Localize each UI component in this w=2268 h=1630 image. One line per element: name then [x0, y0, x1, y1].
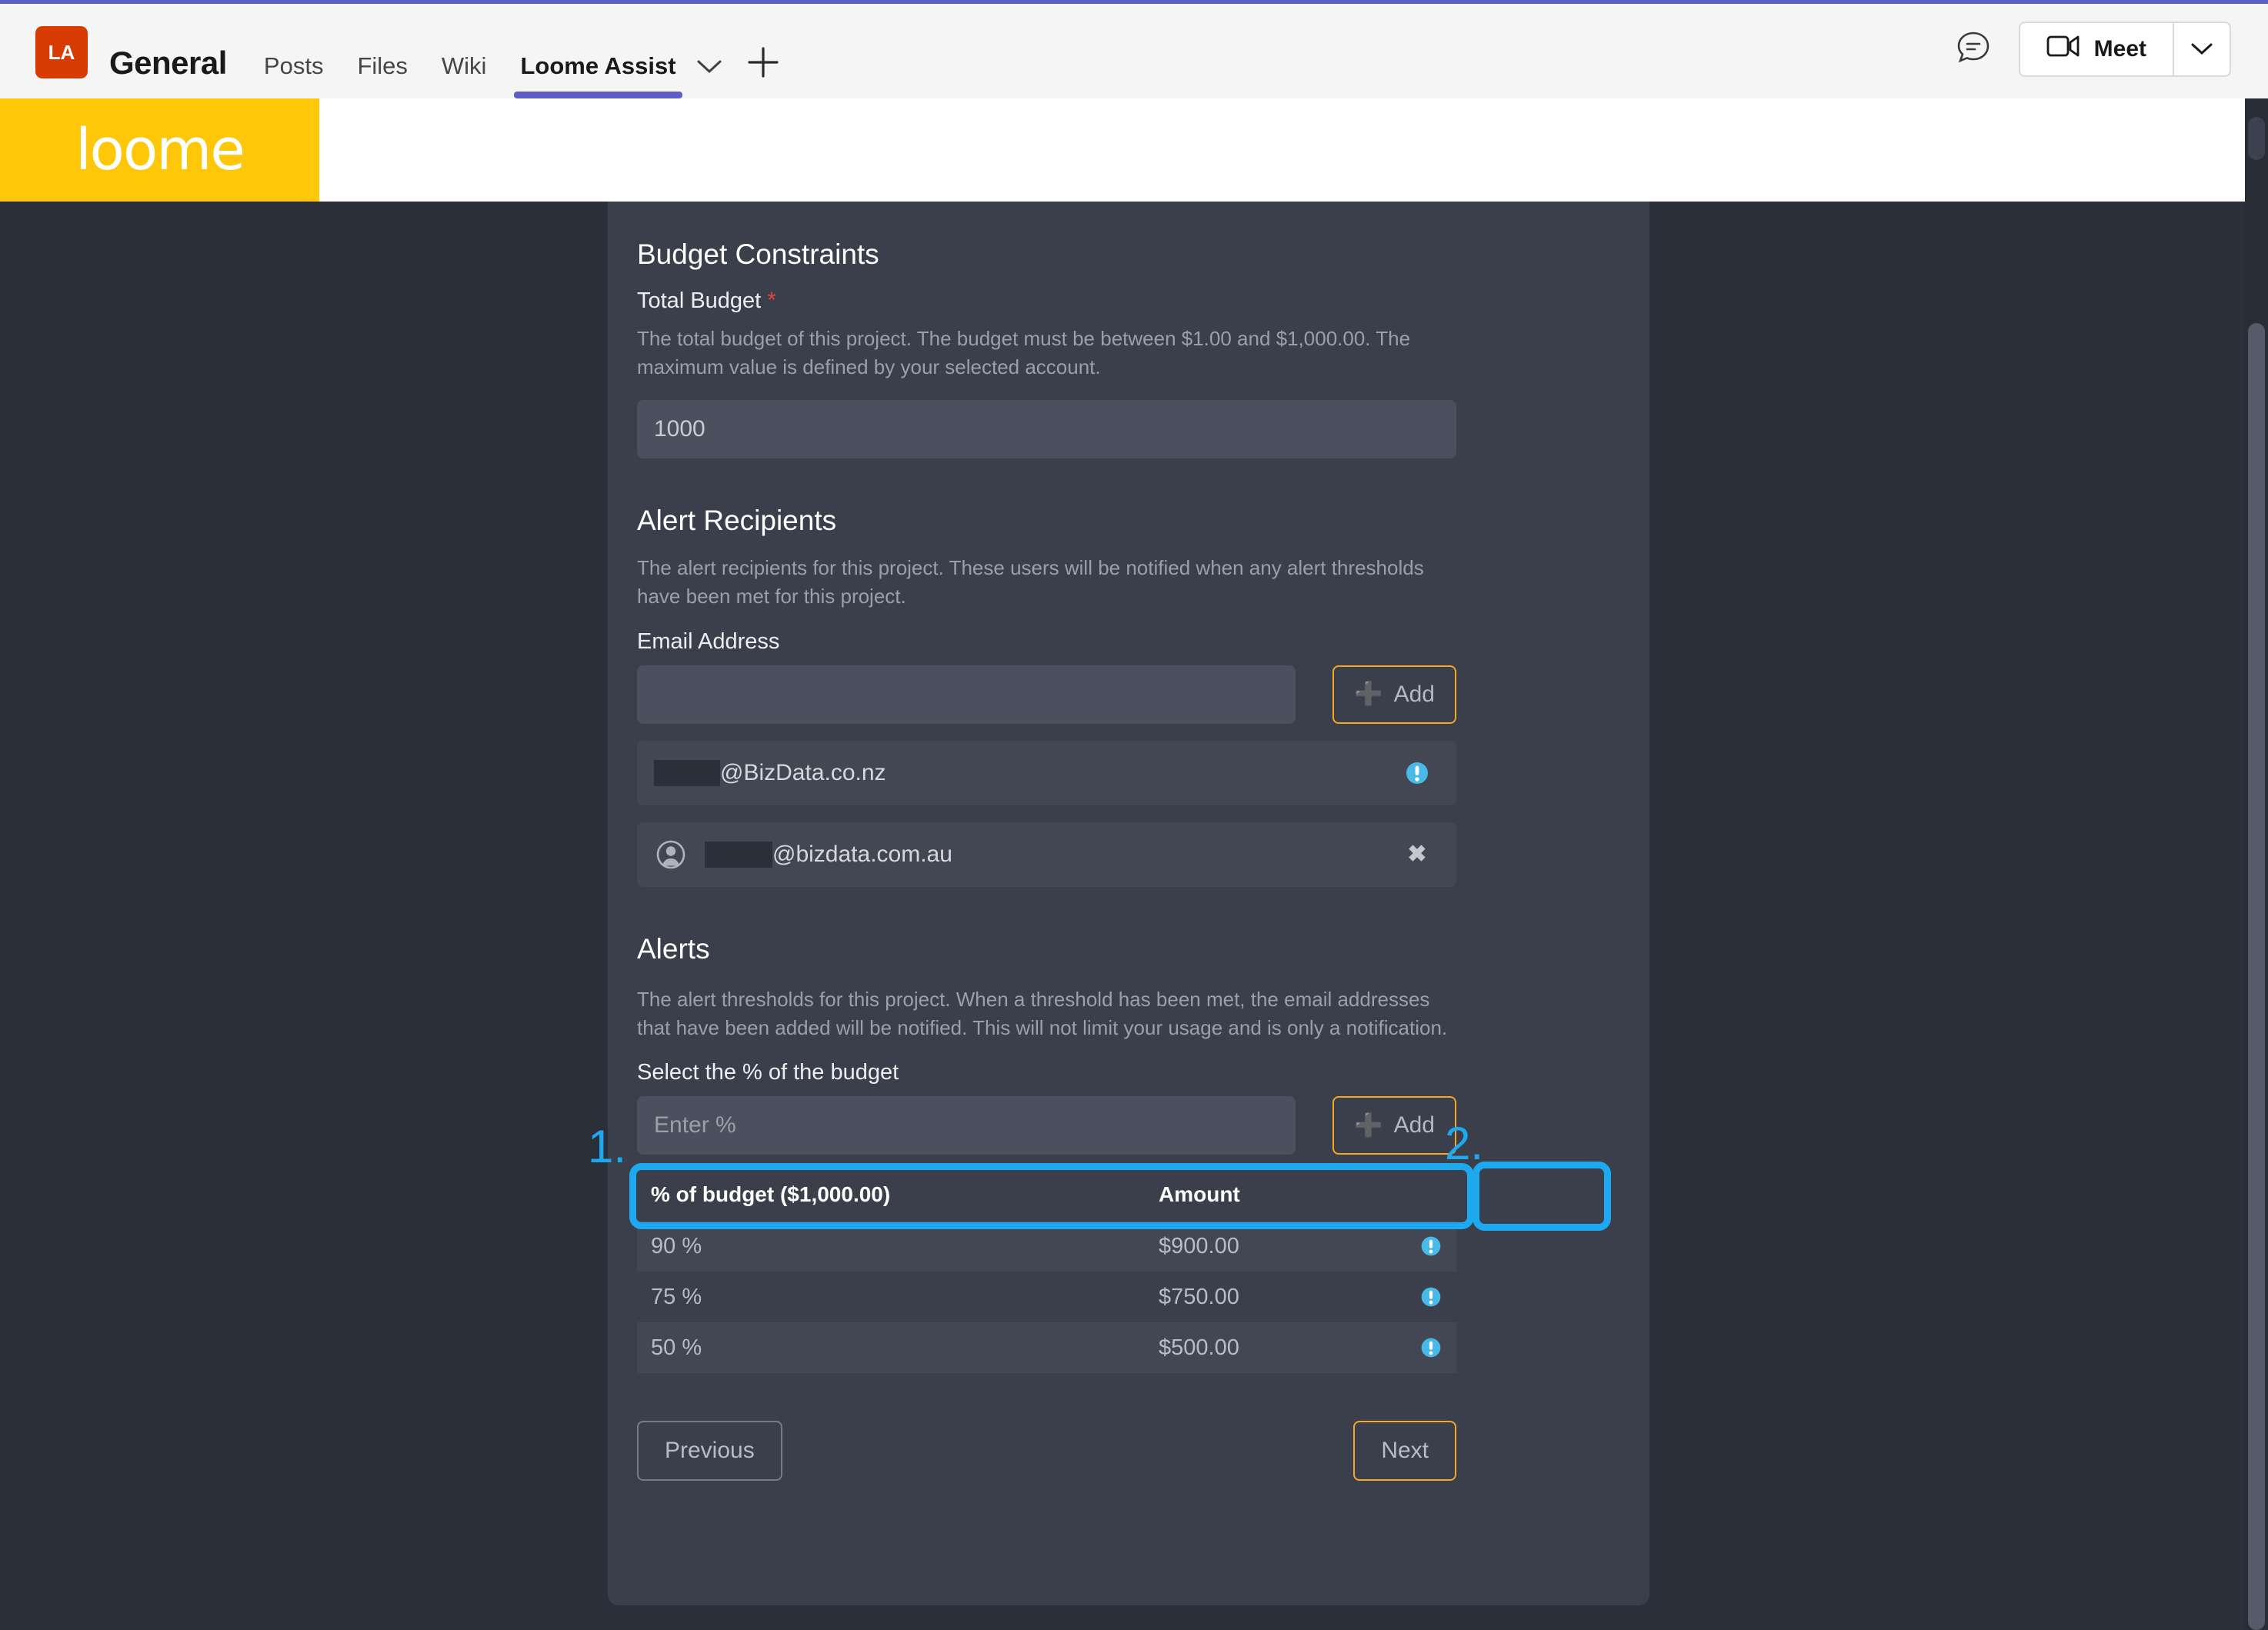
tab-label: Loome Assist — [520, 52, 676, 79]
tab-files[interactable]: Files — [340, 4, 424, 98]
add-email-label: Add — [1393, 681, 1435, 707]
percent-input[interactable] — [637, 1096, 1296, 1155]
tab-posts[interactable]: Posts — [247, 4, 341, 98]
tab-wiki[interactable]: Wiki — [425, 4, 504, 98]
wizard-footer: Previous Next — [637, 1421, 1456, 1482]
avatar: LA — [35, 26, 88, 78]
chat-bubble-icon[interactable] — [1954, 28, 1993, 70]
threshold-info-icon[interactable] — [1419, 1336, 1443, 1359]
add-alert-label: Add — [1393, 1112, 1435, 1138]
cell-percent: 90 % — [651, 1233, 702, 1258]
teams-top-bar: LA General Posts Files Wiki Loome Assist — [0, 0, 2268, 98]
meet-label: Meet — [2093, 35, 2146, 62]
total-budget-label: Total Budget * — [637, 288, 1456, 314]
cell-percent: 75 % — [651, 1284, 702, 1309]
list-item[interactable]: @BizData.co.nz — [637, 740, 1456, 805]
plus-icon[interactable] — [729, 45, 789, 98]
cell-amount: $500.00 — [1159, 1335, 1239, 1360]
total-budget-helper: The total budget of this project. The bu… — [637, 327, 1411, 378]
loome-logo-text: loome — [75, 117, 245, 183]
list-item[interactable]: @bizdata.com.au ✖ — [637, 822, 1456, 887]
scrollbar-thumb[interactable] — [2248, 323, 2265, 1630]
alert-recipients-heading: Alert Recipients — [637, 504, 837, 536]
plus-icon: ➕ — [1354, 682, 1383, 708]
add-email-button[interactable]: ➕ Add — [1332, 665, 1456, 724]
remove-recipient-close-icon[interactable]: ✖ — [1395, 832, 1439, 877]
alert-thresholds-table: % of budget ($1,000.00) Amount 90 % $900… — [637, 1182, 1456, 1374]
total-budget-input[interactable] — [637, 399, 1456, 458]
app-body: Budget Constraints Total Budget * The to… — [0, 202, 2245, 1630]
teams-bar-right: Meet — [1954, 21, 2268, 77]
recipient-email: @BizData.co.nz — [654, 759, 886, 786]
cell-amount-wrap: $900.00 — [1159, 1234, 1443, 1259]
required-marker: * — [767, 288, 776, 313]
alerts-helper: The alert thresholds for this project. W… — [637, 987, 1448, 1039]
cell-amount: $900.00 — [1159, 1233, 1239, 1258]
scrollbar-thumb-top[interactable] — [2248, 117, 2265, 160]
cell-percent: 50 % — [651, 1335, 702, 1360]
chevron-down-icon[interactable] — [693, 58, 729, 98]
meet-button[interactable]: Meet — [2020, 23, 2173, 75]
threshold-info-icon[interactable] — [1419, 1235, 1443, 1258]
add-alert-button[interactable]: ➕ Add — [1332, 1096, 1456, 1155]
tab-label: Wiki — [441, 52, 487, 79]
email-address-input[interactable] — [637, 665, 1296, 724]
recipient-email: @bizdata.com.au — [705, 841, 952, 868]
page-title: General — [109, 45, 227, 81]
cell-amount-wrap: $750.00 — [1159, 1285, 1443, 1310]
video-camera-icon — [2046, 34, 2080, 65]
redacted-username — [705, 841, 772, 868]
close-icon-glyph: ✖ — [1407, 842, 1427, 868]
plus-icon: ➕ — [1354, 1112, 1383, 1138]
person-icon — [654, 838, 688, 872]
percent-input-row: ➕ Add — [637, 1096, 1456, 1155]
cell-amount-wrap: $500.00 — [1159, 1335, 1443, 1361]
wizard-content-panel: Budget Constraints Total Budget * The to… — [608, 202, 1649, 1605]
loome-logo: loome — [0, 98, 319, 202]
next-button[interactable]: Next — [1353, 1421, 1456, 1482]
threshold-info-icon[interactable] — [1419, 1285, 1443, 1308]
teams-bar-left: LA General Posts Files Wiki Loome Assist — [0, 4, 789, 98]
table-row[interactable]: 75 % $750.00 — [637, 1272, 1456, 1322]
tab-loome-assist[interactable]: Loome Assist — [503, 4, 692, 98]
email-address-label: Email Address — [637, 628, 780, 654]
recipient-info-icon[interactable] — [1395, 751, 1439, 795]
budget-constraints-heading: Budget Constraints — [637, 238, 879, 270]
redacted-username — [654, 759, 720, 786]
table-header-row: % of budget ($1,000.00) Amount — [637, 1182, 1456, 1221]
recipient-domain: @bizdata.com.au — [772, 841, 952, 867]
meet-button-group: Meet — [2018, 21, 2231, 77]
loome-app-header: loome — [0, 98, 2268, 202]
alert-recipients-helper: The alert recipients for this project. T… — [637, 555, 1424, 608]
cell-amount: $750.00 — [1159, 1284, 1239, 1309]
column-header-amount: Amount — [1159, 1182, 1240, 1207]
previous-button[interactable]: Previous — [637, 1421, 782, 1482]
recipient-domain: @BizData.co.nz — [720, 759, 886, 785]
budget-form: Budget Constraints Total Budget * The to… — [637, 238, 1456, 1482]
percent-of-budget-label: Select the % of the budget — [637, 1060, 899, 1085]
email-input-row: ➕ Add — [637, 665, 1456, 724]
alerts-heading: Alerts — [637, 932, 710, 965]
column-header-percent: % of budget ($1,000.00) — [651, 1182, 891, 1207]
tab-label: Posts — [263, 52, 324, 79]
total-budget-label-text: Total Budget — [637, 288, 762, 313]
meet-dropdown-chevron-down-icon[interactable] — [2173, 22, 2230, 75]
tab-label: Files — [357, 52, 408, 79]
table-row[interactable]: 50 % $500.00 — [637, 1322, 1456, 1374]
table-row[interactable]: 90 % $900.00 — [637, 1221, 1456, 1272]
